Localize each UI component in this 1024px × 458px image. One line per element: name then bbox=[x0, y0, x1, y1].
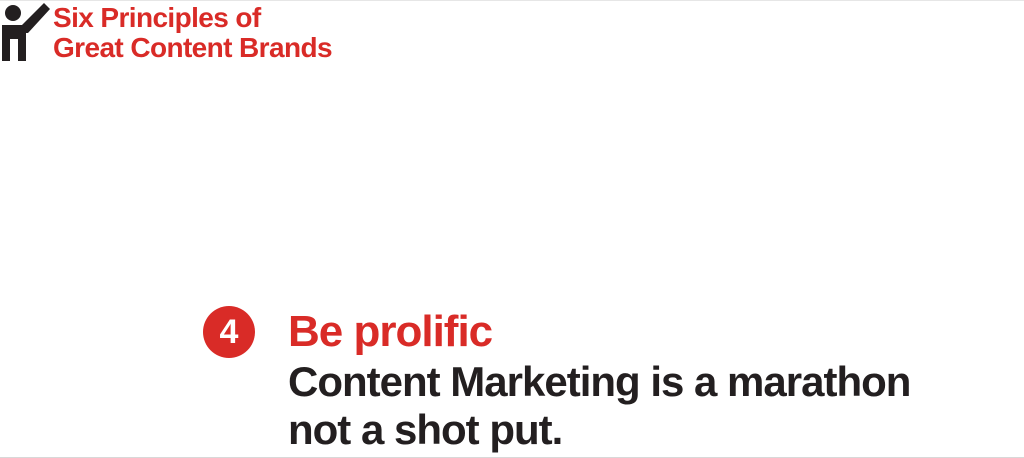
principle-title: Be prolific bbox=[288, 307, 493, 356]
principle-number-badge: 4 bbox=[203, 306, 255, 358]
series-title-line-1: Six Principles of bbox=[53, 2, 261, 33]
slide: Six Principles of Great Content Brands 4… bbox=[0, 0, 1024, 458]
slide-series-title: Six Principles of Great Content Brands bbox=[53, 2, 333, 63]
series-title-line-2: Great Content Brands bbox=[53, 32, 333, 63]
principle-description: Content Marketing is a marathon not a sh… bbox=[288, 358, 911, 454]
person-raising-hand-icon bbox=[2, 3, 50, 61]
principle-description-line-2: not a shot put. bbox=[288, 406, 563, 453]
principle-description-line-1: Content Marketing is a marathon bbox=[288, 358, 911, 405]
